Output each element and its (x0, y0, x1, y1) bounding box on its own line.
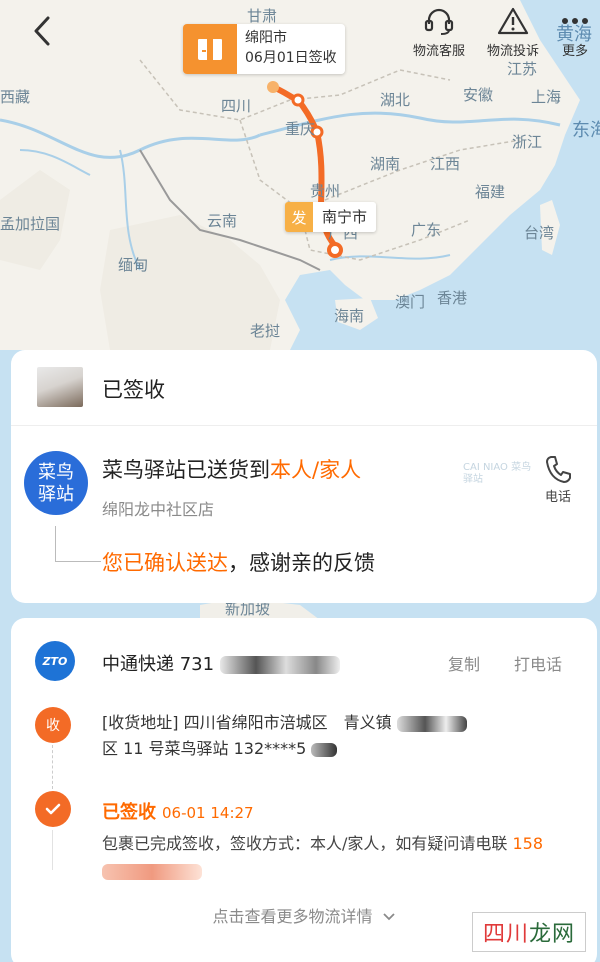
destination-marker[interactable]: 绵阳市 06月01日签收 (183, 24, 345, 74)
phone-icon (546, 456, 571, 483)
carrier-name: 中通快递 (102, 654, 174, 675)
signed-node (35, 791, 71, 827)
map-label-macau: 澳门 (395, 293, 426, 311)
map-label-chongqing: 重庆 (285, 120, 316, 138)
more-icon (562, 18, 588, 24)
timeline-line (52, 745, 53, 789)
copy-button[interactable]: 复制 (448, 651, 480, 675)
more-details-label: 点击查看更多物流详情 (212, 907, 373, 926)
map-label-zhejiang: 浙江 (512, 133, 543, 151)
signed-desc-text: 包裹已完成签收，签收方式：本人/家人，如有疑问请电联 (102, 834, 508, 853)
more-button[interactable]: 更多 (550, 4, 600, 59)
map-label-guangdong: 广东 (411, 221, 442, 239)
origin-tag: 发 (285, 202, 313, 232)
customer-service-label: 物流客服 (412, 44, 465, 59)
signed-description: 包裹已完成签收，签收方式：本人/家人，如有疑问请电联 158 (102, 830, 582, 884)
phone-label: 电话 (544, 490, 571, 505)
map-label-shanghai: 上海 (531, 88, 562, 106)
call-button[interactable]: 打电话 (514, 651, 562, 675)
back-button[interactable] (28, 14, 58, 48)
package-icon (198, 39, 222, 60)
map-label-fujian: 福建 (475, 183, 506, 201)
destination-city: 绵阳市 (245, 30, 287, 46)
map-label-laos: 老挝 (250, 322, 281, 340)
map-label-myanmar: 缅甸 (118, 256, 149, 274)
tracking-card: ZTO 中通快递 731 复制 打电话 收 [收货地址] 四川省绵阳市涪城区 青… (11, 618, 597, 962)
watermark-part1: 四川 (482, 922, 529, 947)
delivered-prefix: 菜鸟驿站已送货到 (102, 458, 270, 482)
chevron-down-icon (382, 913, 395, 921)
feedback-connector (55, 526, 101, 562)
feedback-rest: ，感谢亲的反馈 (228, 551, 375, 575)
map-label-hunan: 湖南 (370, 155, 401, 173)
station-name: 绵阳龙中社区店 (102, 500, 215, 519)
signed-label: 已签收 (102, 802, 156, 823)
watermark-part2: 龙网 (529, 922, 576, 947)
complaint-label: 物流投诉 (486, 44, 539, 59)
shipping-address: [收货地址] 四川省绵阳市涪城区 青义镇 区 11 号菜鸟驿站 132****5 (102, 710, 582, 762)
delivered-message: 菜鸟驿站已送货到本人/家人 (102, 454, 361, 484)
map-label-bangladesh: 孟加拉国 (0, 215, 61, 233)
receive-node: 收 (35, 707, 71, 743)
delivered-highlight: 本人/家人 (270, 458, 362, 482)
map-label-hainan: 海南 (334, 307, 365, 325)
map-label-hongkong: 香港 (437, 289, 468, 307)
map-label-tibet: 西藏 (0, 88, 31, 106)
checkmark-icon (45, 803, 61, 815)
zto-logo: ZTO (35, 641, 75, 681)
address-line2: 区 11 号菜鸟驿站 132****5 (102, 739, 307, 758)
signed-title: 已签收 06-01 14:27 (102, 798, 254, 824)
cainiao-station-logo: 菜鸟驿站 (24, 451, 88, 515)
station-logo-text: 菜鸟驿站 (38, 461, 74, 505)
site-watermark: 四川 龙网 (472, 912, 586, 952)
status-title: 已签收 (102, 378, 165, 402)
headset-icon (424, 8, 454, 35)
origin-marker[interactable]: 发 南宁市 (285, 202, 377, 232)
package-thumbnail[interactable] (37, 367, 83, 407)
top-actions: 物流客服 物流投诉 更多 (402, 4, 600, 59)
map-label-yunnan: 云南 (207, 212, 238, 230)
feedback-highlight: 您已确认送达 (102, 551, 228, 575)
chevron-left-icon (34, 16, 50, 46)
address-line1: [收货地址] 四川省绵阳市涪城区 青义镇 (102, 713, 392, 732)
contact-phone[interactable]: 158 (513, 834, 544, 853)
map-label-jiangsu: 江苏 (507, 60, 538, 78)
station-phone-button[interactable]: 电话 (533, 454, 583, 505)
map-label-hubei: 湖北 (380, 91, 411, 109)
warning-icon (497, 7, 529, 35)
map-label-east-china-sea: 东海 (572, 120, 600, 141)
map-label-gansu: 甘肃 (247, 7, 278, 25)
more-label: 更多 (561, 44, 588, 59)
carrier-line: 中通快递 731 (102, 650, 340, 676)
customer-service-button[interactable]: 物流客服 (402, 4, 476, 59)
signed-time: 06-01 14:27 (162, 804, 254, 822)
status-card: 已签收 菜鸟驿站 菜鸟驿站已送货到本人/家人 绵阳龙中社区店 CAI NIAO … (11, 350, 597, 603)
origin-city: 南宁市 (313, 202, 377, 232)
redacted-address (396, 715, 467, 732)
map-label-jiangxi: 江西 (430, 155, 461, 173)
timeline-line-2 (52, 830, 53, 870)
map-label-guizhou: 贵州 (310, 182, 341, 200)
complaint-button[interactable]: 物流投诉 (476, 4, 550, 59)
cainiao-watermark: CAI NIAO 菜鸟驿站 (463, 462, 532, 485)
redacted-phone (311, 742, 338, 757)
map-label-taiwan: 台湾 (524, 224, 555, 242)
tracking-number: 731 (179, 654, 215, 675)
feedback-message: 您已确认送达，感谢亲的反馈 (102, 547, 375, 577)
destination-status: 06月01日签收 (245, 50, 337, 66)
redacted-tracking (219, 656, 340, 674)
redacted-contact (102, 863, 202, 880)
status-header: 已签收 (11, 350, 597, 426)
map-label-sichuan: 四川 (221, 97, 252, 115)
map-label-anhui: 安徽 (463, 86, 494, 104)
